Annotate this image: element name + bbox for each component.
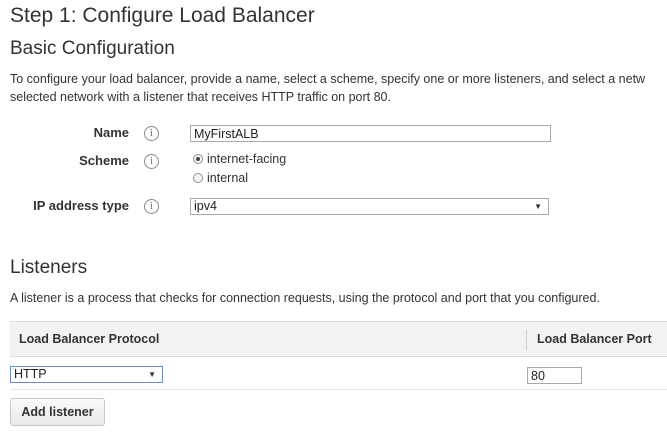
scheme-option-label: internal: [207, 171, 248, 185]
chevron-down-icon: ▼: [148, 370, 156, 379]
scheme-radio-internet-facing[interactable]: [193, 154, 203, 164]
listeners-description: A listener is a process that checks for …: [10, 291, 600, 305]
ip-address-type-value: ipv4: [194, 199, 217, 213]
info-icon[interactable]: i: [144, 199, 159, 214]
listener-protocol-value: HTTP: [14, 367, 47, 381]
table-row-divider: [10, 389, 667, 390]
info-icon[interactable]: i: [144, 126, 159, 141]
name-input[interactable]: [190, 125, 551, 142]
add-listener-button[interactable]: Add listener: [10, 398, 105, 426]
column-divider: [526, 330, 527, 350]
scheme-label: Scheme: [79, 153, 129, 168]
chevron-down-icon: ▼: [534, 202, 542, 211]
scheme-option-internet-facing[interactable]: internet-facing: [193, 152, 286, 166]
basic-configuration-description-line1: To configure your load balancer, provide…: [10, 72, 646, 86]
listener-port-input[interactable]: [527, 367, 582, 384]
ip-address-type-select[interactable]: ipv4 ▼: [190, 198, 549, 215]
ip-address-type-label: IP address type: [33, 198, 129, 213]
basic-configuration-description-line2: selected network with a listener that re…: [10, 90, 391, 104]
listener-protocol-select[interactable]: HTTP ▼: [10, 366, 163, 383]
listeners-heading: Listeners: [10, 257, 88, 278]
scheme-option-label: internet-facing: [207, 152, 287, 166]
scheme-option-internal[interactable]: internal: [193, 171, 248, 185]
info-icon[interactable]: i: [144, 154, 159, 169]
page-title: Step 1: Configure Load Balancer: [10, 4, 315, 27]
column-header-protocol: Load Balancer Protocol: [19, 332, 160, 346]
name-label: Name: [93, 125, 129, 140]
basic-configuration-heading: Basic Configuration: [10, 38, 175, 59]
column-header-port: Load Balancer Port: [537, 332, 652, 346]
scheme-radio-internal[interactable]: [193, 173, 203, 183]
listeners-table-header: Load Balancer Protocol Load Balancer Por…: [10, 321, 667, 357]
